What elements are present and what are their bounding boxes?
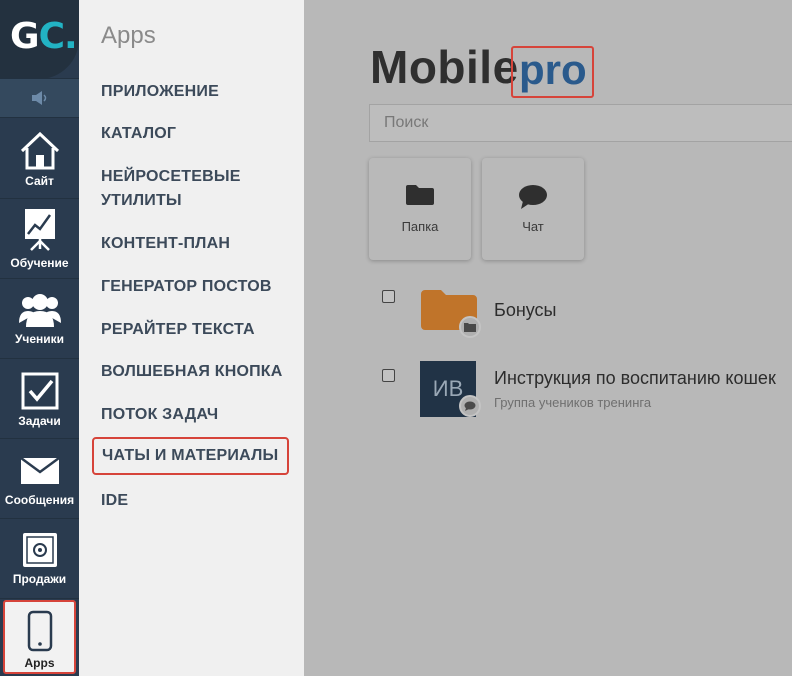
folder-name[interactable]: Бонусы — [494, 300, 557, 321]
rail-item-label: Задачи — [18, 414, 61, 428]
menu-item-text-rewriter[interactable]: РЕРАЙТЕР ТЕКСТА — [101, 318, 296, 342]
rail-item-label: Сайт — [25, 174, 54, 188]
menu-item-neural-utils[interactable]: НЕЙРОСЕТЕВЫЕ УТИЛИТЫ — [101, 165, 296, 213]
menu-item-magic-button[interactable]: ВОЛШЕБНАЯ КНОПКА — [101, 360, 296, 384]
rail-item-learning[interactable]: Обучение — [0, 199, 79, 279]
search-input[interactable]: Поиск — [369, 104, 792, 142]
chat-bubble-icon — [464, 401, 476, 411]
rail-item-apps[interactable]: Apps — [3, 600, 76, 674]
home-icon — [20, 131, 59, 170]
menu-item-ide[interactable]: IDE — [101, 489, 296, 513]
rail-item-messages[interactable]: Сообщения — [0, 439, 79, 519]
rail-item-label: Обучение — [10, 256, 69, 270]
rail-item-label: Продажи — [12, 572, 67, 586]
logo[interactable]: GC. — [0, 0, 79, 79]
smartphone-icon — [27, 610, 53, 652]
new-folder-tile[interactable]: Папка — [369, 158, 471, 260]
menu-item-chats-materials[interactable]: ЧАТЫ И МАТЕРИАЛЫ — [92, 437, 289, 475]
checkbox-icon — [21, 372, 58, 410]
tile-label: Чат — [522, 219, 544, 234]
apps-menu: Apps ПРИЛОЖЕНИЕ КАТАЛОГ НЕЙРОСЕТЕВЫЕ УТИ… — [79, 0, 304, 676]
rail-item-label: Apps — [24, 656, 55, 670]
envelope-icon — [19, 457, 60, 484]
folder-icon — [406, 185, 434, 205]
menu-item-content-plan[interactable]: КОНТЕНТ-ПЛАН — [101, 232, 296, 256]
row-checkbox[interactable] — [382, 290, 395, 303]
chart-board-icon — [24, 209, 55, 251]
row-checkbox[interactable] — [382, 369, 395, 382]
menu-item-catalog[interactable]: КАТАЛОГ — [101, 122, 296, 146]
folder-type-badge — [459, 316, 481, 338]
rail-item-label: Сообщения — [4, 493, 75, 507]
menu-item-app[interactable]: ПРИЛОЖЕНИЕ — [101, 80, 296, 104]
chat-name[interactable]: Инструкция по воспитанию кошек — [494, 368, 776, 389]
icon-rail: GC. Сайт Обучение Ученики Задачи Сообщен… — [0, 0, 79, 676]
speaker-icon — [32, 91, 47, 105]
rail-item-students[interactable]: Ученики — [0, 279, 79, 359]
announcements-button[interactable] — [0, 78, 79, 118]
page-title: Mobile — [370, 41, 519, 93]
rail-item-sales[interactable]: Продажи — [0, 519, 79, 599]
pro-badge: pro — [511, 46, 594, 98]
main-content: Mobile pro Поиск Папка Чат Бонусы ИВ Инс… — [304, 0, 792, 676]
new-chat-tile[interactable]: Чат — [482, 158, 584, 260]
menu-title: Apps — [101, 22, 156, 49]
chat-bubble-icon — [519, 185, 547, 209]
logo-text: GC. — [10, 16, 78, 57]
chat-type-badge — [459, 395, 481, 417]
chat-subtitle: Группа учеников тренинга — [494, 395, 652, 410]
rail-item-site[interactable]: Сайт — [0, 119, 79, 199]
safe-icon — [22, 533, 57, 567]
folder-icon — [464, 323, 476, 332]
menu-item-post-generator[interactable]: ГЕНЕРАТОР ПОСТОВ — [101, 275, 296, 299]
tile-label: Папка — [401, 219, 439, 234]
rail-item-label: Ученики — [14, 332, 65, 346]
menu-item-task-flow[interactable]: ПОТОК ЗАДАЧ — [101, 403, 296, 427]
users-icon — [18, 294, 61, 327]
rail-item-tasks[interactable]: Задачи — [0, 359, 79, 439]
